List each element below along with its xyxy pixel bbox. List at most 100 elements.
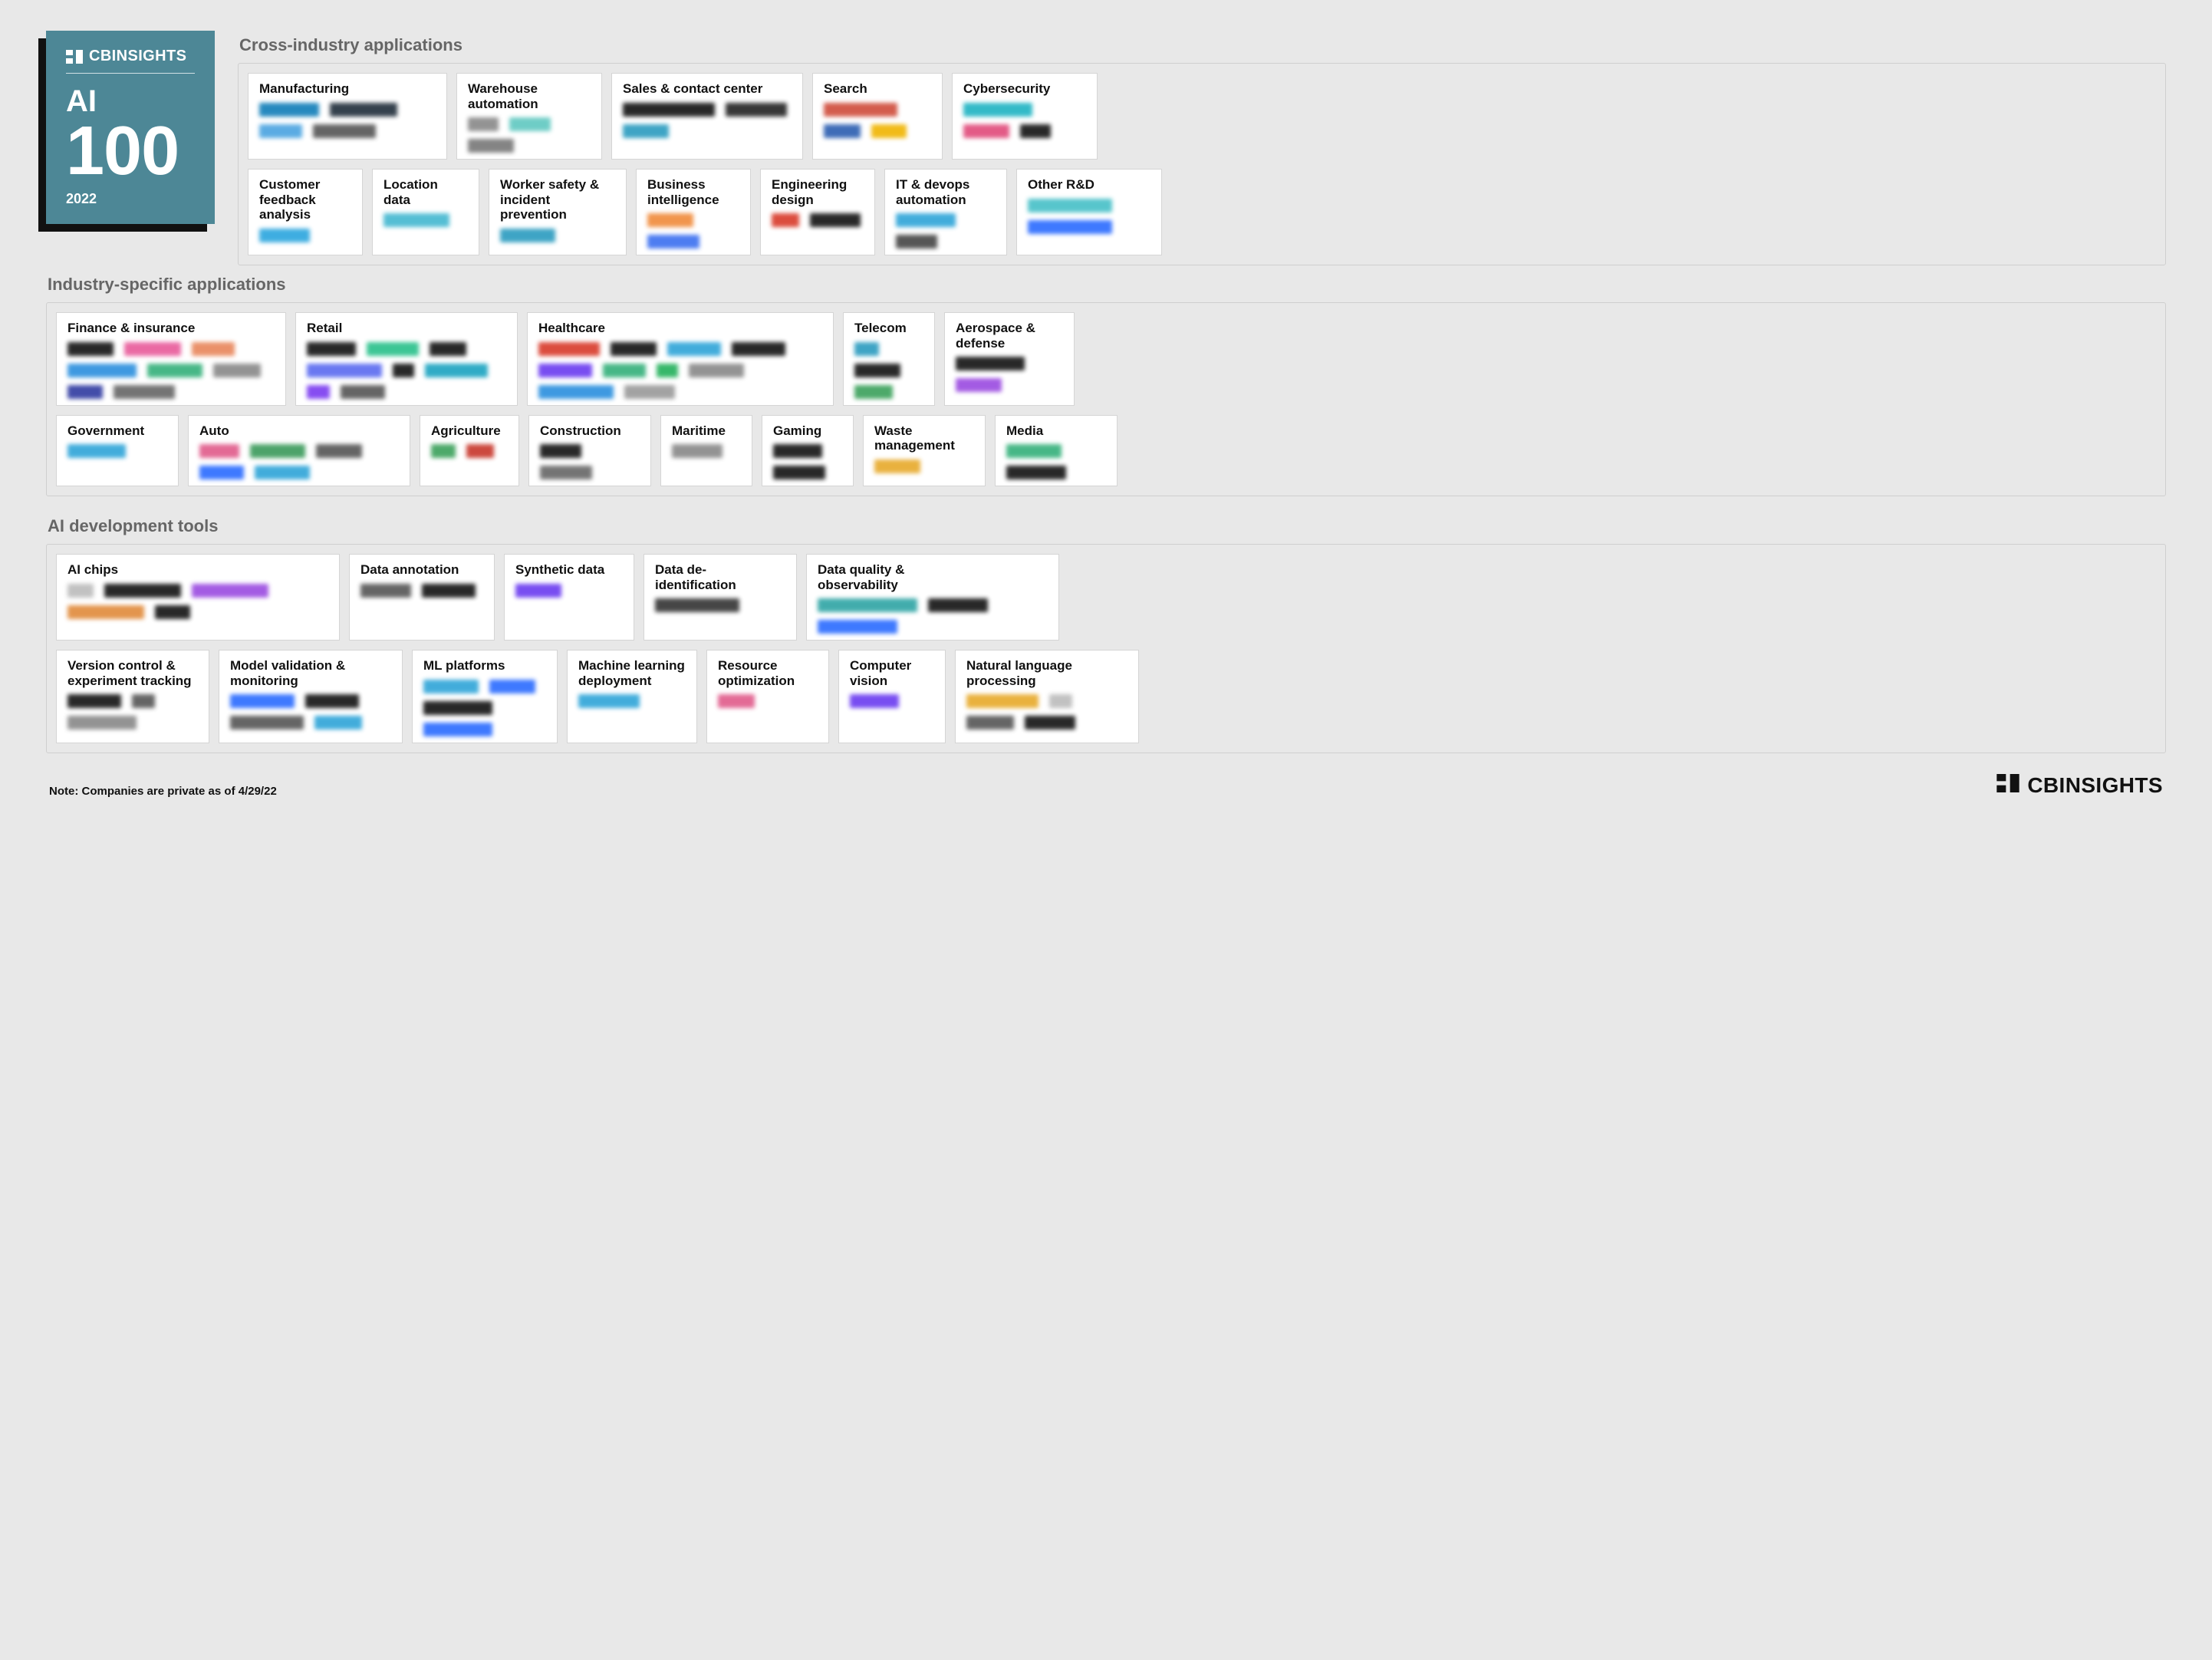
category-title: Healthcare [538, 321, 692, 336]
category-card: Location data [372, 169, 479, 255]
company-logo [213, 364, 261, 377]
category-card: Maritime [660, 415, 752, 487]
company-logo [67, 716, 137, 730]
company-logo [468, 117, 499, 131]
company-logo [718, 694, 755, 708]
company-logos [1006, 444, 1106, 479]
company-logo [147, 364, 202, 377]
category-card: Data quality & observability [806, 554, 1059, 641]
company-logos [540, 444, 640, 479]
company-logo [850, 694, 899, 708]
company-logo [647, 235, 699, 249]
category-card: AI chips [56, 554, 340, 641]
company-logos [360, 584, 483, 634]
category-card: Worker safety & incident prevention [489, 169, 627, 255]
company-logo [67, 342, 114, 356]
category-title: Waste management [874, 423, 974, 453]
company-logo [67, 694, 121, 708]
company-logo [114, 385, 175, 399]
company-logos [383, 213, 468, 249]
category-title: ML platforms [423, 658, 546, 674]
footer-brand: CBINSIGHTS [1996, 773, 2163, 798]
company-logo [1028, 220, 1112, 234]
category-card: Auto [188, 415, 410, 487]
category-card: Computer vision [838, 650, 946, 743]
category-card: Telecom [843, 312, 935, 406]
company-logos [538, 342, 822, 399]
section-box-cross-industry: ManufacturingWarehouse automationSales &… [238, 63, 2166, 265]
company-logo [773, 444, 822, 458]
company-logo [305, 694, 359, 708]
category-title: Data de-identification [655, 562, 785, 592]
company-logo [854, 385, 893, 399]
category-title: AI chips [67, 562, 221, 578]
company-logo [578, 694, 640, 708]
category-card: Warehouse automation [456, 73, 602, 160]
category-title: Version control & experiment tracking [67, 658, 198, 688]
company-logo [647, 213, 693, 227]
company-logo [732, 342, 785, 356]
company-logos [67, 584, 328, 634]
company-logo [824, 103, 897, 117]
category-title: Business intelligence [647, 177, 739, 207]
company-logos [431, 444, 508, 479]
company-logos [672, 444, 741, 479]
company-logo [1006, 466, 1066, 479]
company-logo [67, 584, 94, 598]
category-card: Retail [295, 312, 518, 406]
section-box-ai-dev-tools: AI chipsData annotationSynthetic dataDat… [46, 544, 2166, 753]
category-title: Aerospace & defense [956, 321, 1063, 351]
header-row: CBINSIGHTS AI 100 2022 Cross-industry ap… [46, 31, 2166, 265]
company-logos [623, 103, 792, 153]
company-logo [423, 701, 492, 715]
category-title: Telecom [854, 321, 923, 336]
company-logo [818, 598, 917, 612]
company-logos [963, 103, 1086, 153]
company-logo [230, 716, 304, 730]
company-logo [1020, 124, 1051, 138]
company-logo [67, 444, 126, 458]
category-card: Customer feedback analysis [248, 169, 363, 255]
company-logos [1028, 199, 1150, 249]
company-logo [624, 385, 675, 399]
company-logos [67, 444, 167, 479]
company-logo [928, 598, 988, 612]
company-logo [307, 342, 356, 356]
category-card: Construction [528, 415, 651, 487]
company-logo [67, 385, 103, 399]
company-logos [67, 694, 198, 736]
company-logo [1049, 694, 1072, 708]
company-logo [1006, 444, 1062, 458]
company-logo [854, 364, 900, 377]
company-logo [966, 716, 1014, 730]
category-card: Search [812, 73, 943, 160]
company-logo [1025, 716, 1075, 730]
company-logo [155, 605, 190, 619]
company-logo [199, 444, 239, 458]
category-card: Data de-identification [644, 554, 797, 641]
category-title: Model validation & monitoring [230, 658, 383, 688]
title-badge: CBINSIGHTS AI 100 2022 [46, 31, 215, 224]
category-card: Government [56, 415, 179, 487]
company-logo [468, 139, 514, 153]
company-logo [430, 342, 466, 356]
category-title: Data annotation [360, 562, 483, 578]
card-row: Customer feedback analysisLocation data W… [248, 169, 2156, 255]
category-card: Media [995, 415, 1118, 487]
category-title: Construction [540, 423, 640, 439]
company-logo [603, 364, 646, 377]
badge-title-100: 100 [66, 119, 195, 185]
company-logos [500, 229, 615, 249]
company-logo [540, 466, 592, 479]
category-title: Worker safety & incident prevention [500, 177, 615, 222]
company-logos [230, 694, 391, 736]
company-logo [966, 694, 1039, 708]
company-logo [773, 466, 825, 479]
brand-logo: CBINSIGHTS [66, 48, 195, 74]
company-logos [67, 342, 275, 399]
category-title: Data quality & observability [818, 562, 971, 592]
company-logo [818, 620, 897, 634]
company-logos [896, 213, 996, 249]
company-logo [956, 378, 1002, 392]
category-card: Resource optimization [706, 650, 829, 743]
